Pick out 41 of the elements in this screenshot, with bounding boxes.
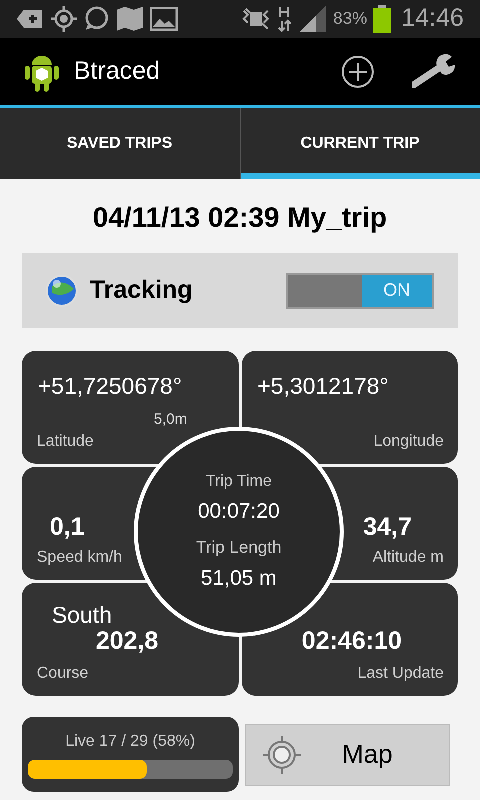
stat-label: Course xyxy=(37,664,89,684)
stat-value: 0,1 xyxy=(50,512,85,543)
stat-label: Speed km/h xyxy=(37,548,122,568)
signal-icon xyxy=(299,5,328,33)
tab[interactable]: SAVED TRIPS xyxy=(0,108,240,179)
stat-value: 202,8 xyxy=(96,626,159,657)
stat-label: Latitude xyxy=(37,432,94,452)
trip-length-label: Trip Length xyxy=(196,537,282,560)
trip-title: 04/11/13 02:39 My_trip xyxy=(92,201,388,235)
stat-label: Altitude m xyxy=(372,548,444,568)
coordinate-value: +5,3012178° xyxy=(258,372,389,401)
notification-icon xyxy=(16,8,44,30)
coordinate-value: +51,7250678° xyxy=(38,372,182,401)
hspa-data-icon xyxy=(277,5,294,33)
live-progress-text: Live 17 / 29 (58%) xyxy=(66,732,196,752)
vibrate-mute-icon xyxy=(241,7,272,31)
stat-value: 34,7 xyxy=(363,512,412,543)
app-title: Btraced xyxy=(74,56,160,87)
map-button[interactable]: Map xyxy=(245,724,450,786)
trip-length-value: 51,05 m xyxy=(201,566,277,592)
battery-percent: 83% xyxy=(333,8,368,30)
battery-icon xyxy=(373,5,392,33)
clock-time: 14:46 xyxy=(401,3,464,34)
stat-label: Longitude xyxy=(374,432,444,452)
direction-text: South xyxy=(52,601,112,624)
stat-label: Last Update xyxy=(358,664,444,684)
globe-icon xyxy=(46,274,78,306)
image-icon xyxy=(150,7,178,31)
chat-icon xyxy=(84,6,110,32)
locate-icon xyxy=(262,734,302,774)
accuracy-text: 5,0m xyxy=(154,410,188,430)
add-icon xyxy=(341,54,375,88)
switch-thumb: ON xyxy=(362,274,432,306)
gps-icon xyxy=(50,5,78,33)
trip-time-label: Trip Time xyxy=(206,472,272,492)
map-icon xyxy=(116,6,144,32)
wrench-icon xyxy=(412,52,456,90)
stat-value: 02:46:10 xyxy=(302,626,402,657)
tracking-label: Tracking xyxy=(90,274,193,306)
tab[interactable]: CURRENT TRIP xyxy=(240,108,480,179)
trip-time-value: 00:07:20 xyxy=(198,498,280,525)
